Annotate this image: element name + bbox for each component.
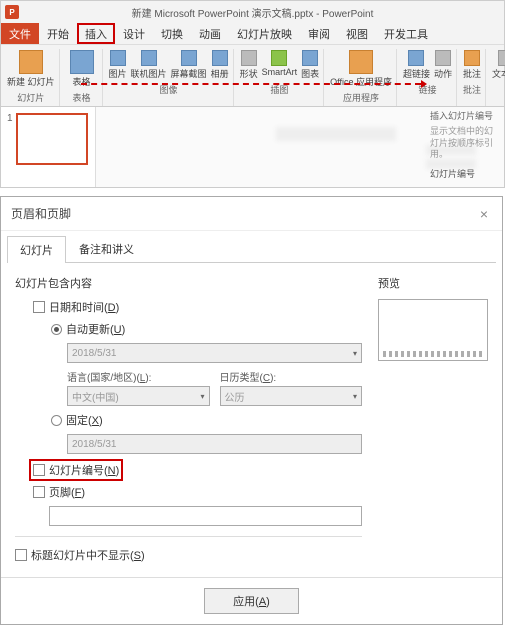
action-button[interactable]: 动作 <box>433 49 453 81</box>
footer-checkbox[interactable] <box>33 486 45 498</box>
fixed-date-input[interactable]: 2018/5/31 <box>67 434 362 454</box>
office-apps-icon <box>349 50 373 74</box>
album-button[interactable]: 相册 <box>210 49 230 81</box>
picture-button[interactable]: 图片 <box>108 49 128 81</box>
preview-label: 预览 <box>378 275 488 291</box>
tab-dev[interactable]: 开发工具 <box>376 23 436 44</box>
tab-slide[interactable]: 幻灯片 <box>7 236 66 263</box>
tab-insert[interactable]: 插入 <box>77 23 115 44</box>
album-icon <box>212 50 228 66</box>
apply-button[interactable]: 应用(A) <box>204 588 299 614</box>
tab-file[interactable]: 文件 <box>1 23 39 44</box>
hyperlink-button[interactable]: 超链接 <box>402 49 431 81</box>
footer-label: 页脚(F) <box>49 484 85 500</box>
annotation-arrow <box>81 83 421 85</box>
smartart-icon <box>271 50 287 66</box>
online-picture-button[interactable]: 联机图片 <box>130 49 168 81</box>
fixed-radio[interactable] <box>51 415 62 426</box>
chevron-down-icon: ▾ <box>200 392 204 401</box>
dialog-title: 页眉和页脚 <box>11 205 71 222</box>
date-format-select[interactable]: 2018/5/31▾ <box>67 343 362 363</box>
slide-number-label: 1 <box>7 113 13 181</box>
slide-thumbnail[interactable] <box>16 113 88 165</box>
new-slide-button[interactable]: 新建 幻灯片 <box>6 49 56 89</box>
slide-panel: 1 <box>1 107 96 187</box>
tab-view[interactable]: 视图 <box>338 23 376 44</box>
tooltip-pane: 插入幻灯片编号 显示文档中的幻灯片按顺序标引用。 幻灯片编号 <box>430 109 500 180</box>
editor-area: 插入幻灯片编号 显示文档中的幻灯片按顺序标引用。 幻灯片编号 <box>96 107 504 187</box>
slide-number-checkbox[interactable] <box>33 464 45 476</box>
shapes-icon <box>241 50 257 66</box>
auto-update-label: 自动更新(U) <box>66 321 125 337</box>
lang-label: 语言(国家/地区)(L): <box>67 369 210 384</box>
chevron-down-icon: ▾ <box>353 392 357 401</box>
tab-slideshow[interactable]: 幻灯片放映 <box>229 23 300 44</box>
tab-home[interactable]: 开始 <box>39 23 77 44</box>
tab-transition[interactable]: 切换 <box>153 23 191 44</box>
action-icon <box>435 50 451 66</box>
tab-animation[interactable]: 动画 <box>191 23 229 44</box>
window-title: 新建 Microsoft PowerPoint 演示文稿.pptx - Powe… <box>132 5 374 20</box>
app-icon: P <box>5 5 19 19</box>
tab-notes[interactable]: 备注和讲义 <box>66 235 147 262</box>
new-slide-icon <box>19 50 43 74</box>
fixed-label: 固定(X) <box>66 412 103 428</box>
auto-update-radio[interactable] <box>51 324 62 335</box>
calendar-select[interactable]: 公历▾ <box>220 386 363 406</box>
textbox-icon <box>498 50 505 66</box>
section-title: 幻灯片包含内容 <box>15 275 362 291</box>
close-icon[interactable]: × <box>476 206 492 222</box>
picture-icon <box>110 50 126 66</box>
hyperlink-icon <box>408 50 424 66</box>
shapes-button[interactable]: 形状 <box>239 49 259 81</box>
language-select[interactable]: 中文(中国)▾ <box>67 386 210 406</box>
preview-box <box>378 299 488 361</box>
screenshot-button[interactable]: 屏幕截图 <box>170 49 208 81</box>
chevron-down-icon: ▾ <box>353 349 357 358</box>
table-icon <box>70 50 94 74</box>
footer-input[interactable] <box>49 506 362 526</box>
hide-title-checkbox[interactable] <box>15 549 27 561</box>
cal-label: 日历类型(C): <box>220 369 363 384</box>
header-footer-dialog: 页眉和页脚 × 幻灯片 备注和讲义 幻灯片包含内容 日期和时间(D) 自动更新(… <box>0 196 503 625</box>
smartart-button[interactable]: SmartArt <box>261 49 299 81</box>
ribbon: 新建 幻灯片 幻灯片 表格 表格 图片 联机图片 屏幕截图 相册 图像 形状 S… <box>1 45 504 107</box>
datetime-checkbox[interactable] <box>33 301 45 313</box>
screenshot-icon <box>181 50 197 66</box>
online-picture-icon <box>141 50 157 66</box>
hide-title-label: 标题幻灯片中不显示(S) <box>31 547 145 563</box>
group-label-slides: 幻灯片 <box>17 91 44 104</box>
comment-icon <box>464 50 480 66</box>
textbox-button[interactable]: 文本框 <box>491 49 505 81</box>
comment-button[interactable]: 批注 <box>462 49 482 81</box>
datetime-label: 日期和时间(D) <box>49 299 119 315</box>
tab-review[interactable]: 审阅 <box>300 23 338 44</box>
chart-button[interactable]: 图表 <box>300 49 320 81</box>
tab-design[interactable]: 设计 <box>115 23 153 44</box>
menu-tabs: 文件 开始 插入 设计 切换 动画 幻灯片放映 审阅 视图 开发工具 <box>1 23 504 45</box>
slide-number-label: 幻灯片编号(N) <box>49 462 119 478</box>
chart-icon <box>302 50 318 66</box>
